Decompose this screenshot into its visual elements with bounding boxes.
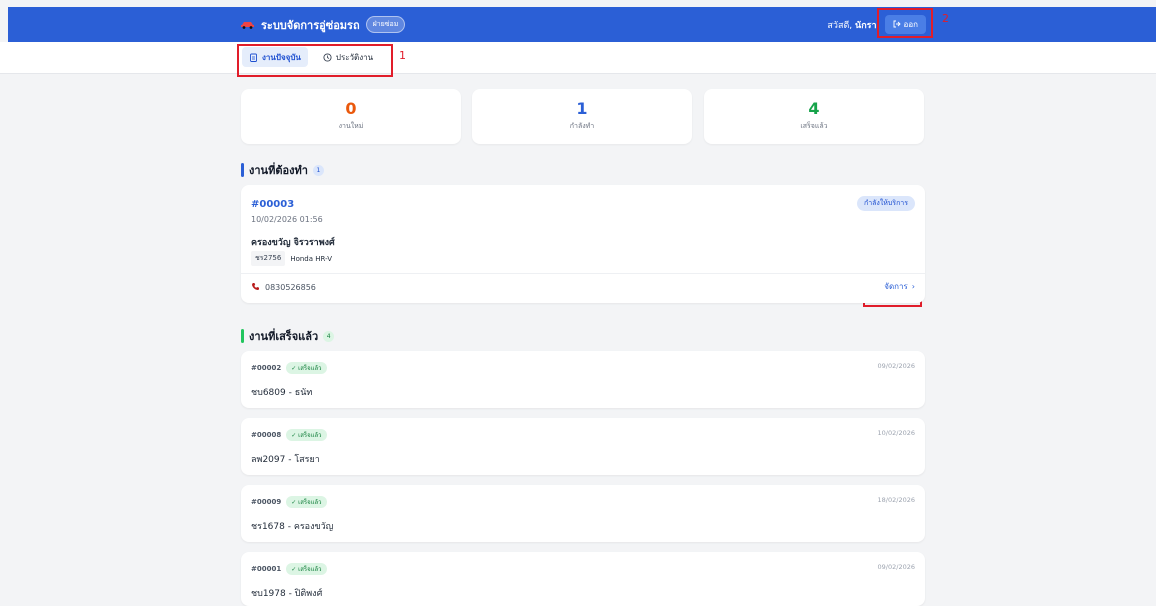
divider bbox=[241, 273, 925, 274]
done-job-card[interactable]: #00008 ✓ เสร็จแล้ว 10/02/2026 ลพ2097 - โ… bbox=[241, 418, 925, 475]
user-name: นักรา bbox=[855, 20, 877, 31]
stat-card-done: 4 เสร็จแล้ว bbox=[704, 89, 924, 144]
chevron-right-icon: › bbox=[911, 282, 915, 291]
done-job-card[interactable]: #00002 ✓ เสร็จแล้ว 09/02/2026 ชบ6809 - ธ… bbox=[241, 351, 925, 408]
license-plate: ชร2756 bbox=[251, 251, 286, 266]
tabs: งานปัจจุบัน ประวัติงาน bbox=[242, 47, 380, 67]
stat-value: 4 bbox=[808, 99, 820, 118]
clock-icon bbox=[323, 52, 332, 62]
stat-card-in-progress: 1 กำลังทำ bbox=[472, 89, 692, 144]
car-icon bbox=[240, 20, 255, 29]
phone-number: 0830526856 bbox=[265, 283, 316, 292]
app-title: ระบบจัดการอู่ซ่อมรถ bbox=[261, 18, 360, 32]
job-date: 10/02/2026 01:56 bbox=[251, 215, 323, 224]
phone-icon bbox=[251, 282, 260, 293]
job-id: #00002 bbox=[251, 364, 282, 372]
tab-history[interactable]: ประวัติงาน bbox=[316, 47, 380, 67]
job-title: ชร1678 - ครองขวัญ bbox=[251, 522, 334, 532]
top-bar: ระบบจัดการอู่ซ่อมรถ ฝ่ายซ่อม สวัสดี, นัก… bbox=[8, 7, 1156, 42]
stat-label: เสร็จแล้ว bbox=[800, 122, 828, 130]
status-badge: กำลังให้บริการ bbox=[856, 196, 915, 211]
greeting: สวัสดี, นักรา bbox=[827, 20, 877, 31]
job-id: #00003 bbox=[251, 199, 295, 210]
customer-name: ครองขวัญ จิรวราพงศ์ bbox=[251, 238, 335, 248]
stat-label: งานใหม่ bbox=[338, 122, 364, 130]
stat-label: กำลังทำ bbox=[569, 122, 595, 130]
job-title: ลพ2097 - โสรยา bbox=[251, 455, 320, 465]
status-badge: ✓ เสร็จแล้ว bbox=[286, 362, 327, 374]
job-date: 18/02/2026 bbox=[877, 496, 915, 504]
section-header-done: งานที่เสร็จแล้ว 4 bbox=[241, 327, 335, 345]
car-model: Honda HR-V bbox=[290, 254, 333, 263]
job-title: ชบ6809 - ธนัท bbox=[251, 388, 313, 398]
sub-tab-bar: งานปัจจุบัน ประวัติงาน bbox=[0, 42, 1156, 74]
phone-row: 0830526856 bbox=[251, 282, 316, 293]
status-badge: ✓ เสร็จแล้ว bbox=[286, 563, 327, 575]
stat-value: 1 bbox=[576, 99, 588, 118]
section-count-badge: 1 bbox=[312, 164, 324, 176]
vehicle-row: ชร2756 Honda HR-V bbox=[251, 251, 332, 266]
section-title: งานที่เสร็จแล้ว bbox=[249, 330, 319, 343]
job-date: 09/02/2026 bbox=[877, 362, 915, 370]
status-badge: ✓ เสร็จแล้ว bbox=[286, 496, 327, 508]
section-header-todo: งานที่ต้องทำ 1 bbox=[241, 161, 324, 179]
section-count-badge: 4 bbox=[323, 330, 335, 342]
role-badge: ฝ่ายซ่อม bbox=[365, 16, 406, 33]
section-accent bbox=[241, 163, 244, 177]
annotation-number: 2 bbox=[942, 12, 949, 25]
manage-button[interactable]: จัดการ › bbox=[884, 280, 915, 293]
section-accent bbox=[241, 329, 244, 343]
active-job-card[interactable]: #00003 10/02/2026 01:56 ครองขวัญ จิรวราพ… bbox=[241, 185, 925, 303]
status-badge: ✓ เสร็จแล้ว bbox=[286, 429, 327, 441]
clipboard-icon bbox=[249, 53, 258, 62]
done-job-card[interactable]: #00009 ✓ เสร็จแล้ว 18/02/2026 ชร1678 - ค… bbox=[241, 485, 925, 542]
stat-value: 0 bbox=[345, 99, 357, 118]
logout-button[interactable]: ออก bbox=[884, 15, 926, 34]
job-date: 09/02/2026 bbox=[877, 563, 915, 571]
annotation-number: 1 bbox=[399, 49, 406, 62]
job-id: #00008 bbox=[251, 431, 282, 439]
job-date: 10/02/2026 bbox=[877, 429, 915, 437]
brand: ระบบจัดการอู่ซ่อมรถ ฝ่ายซ่อม bbox=[240, 7, 406, 42]
logout-icon bbox=[893, 20, 901, 30]
tab-current-jobs[interactable]: งานปัจจุบัน bbox=[242, 47, 308, 67]
job-id: #00001 bbox=[251, 565, 282, 573]
user-area: สวัสดี, นักรา ออก bbox=[827, 7, 926, 42]
stat-card-new: 0 งานใหม่ bbox=[241, 89, 461, 144]
section-title: งานที่ต้องทำ bbox=[249, 164, 308, 177]
job-id: #00009 bbox=[251, 498, 282, 506]
done-job-card[interactable]: #00001 ✓ เสร็จแล้ว 09/02/2026 ชบ1978 - ป… bbox=[241, 552, 925, 606]
logout-label: ออก bbox=[903, 20, 918, 29]
job-title: ชบ1978 - ปิติพงศ์ bbox=[251, 589, 323, 599]
